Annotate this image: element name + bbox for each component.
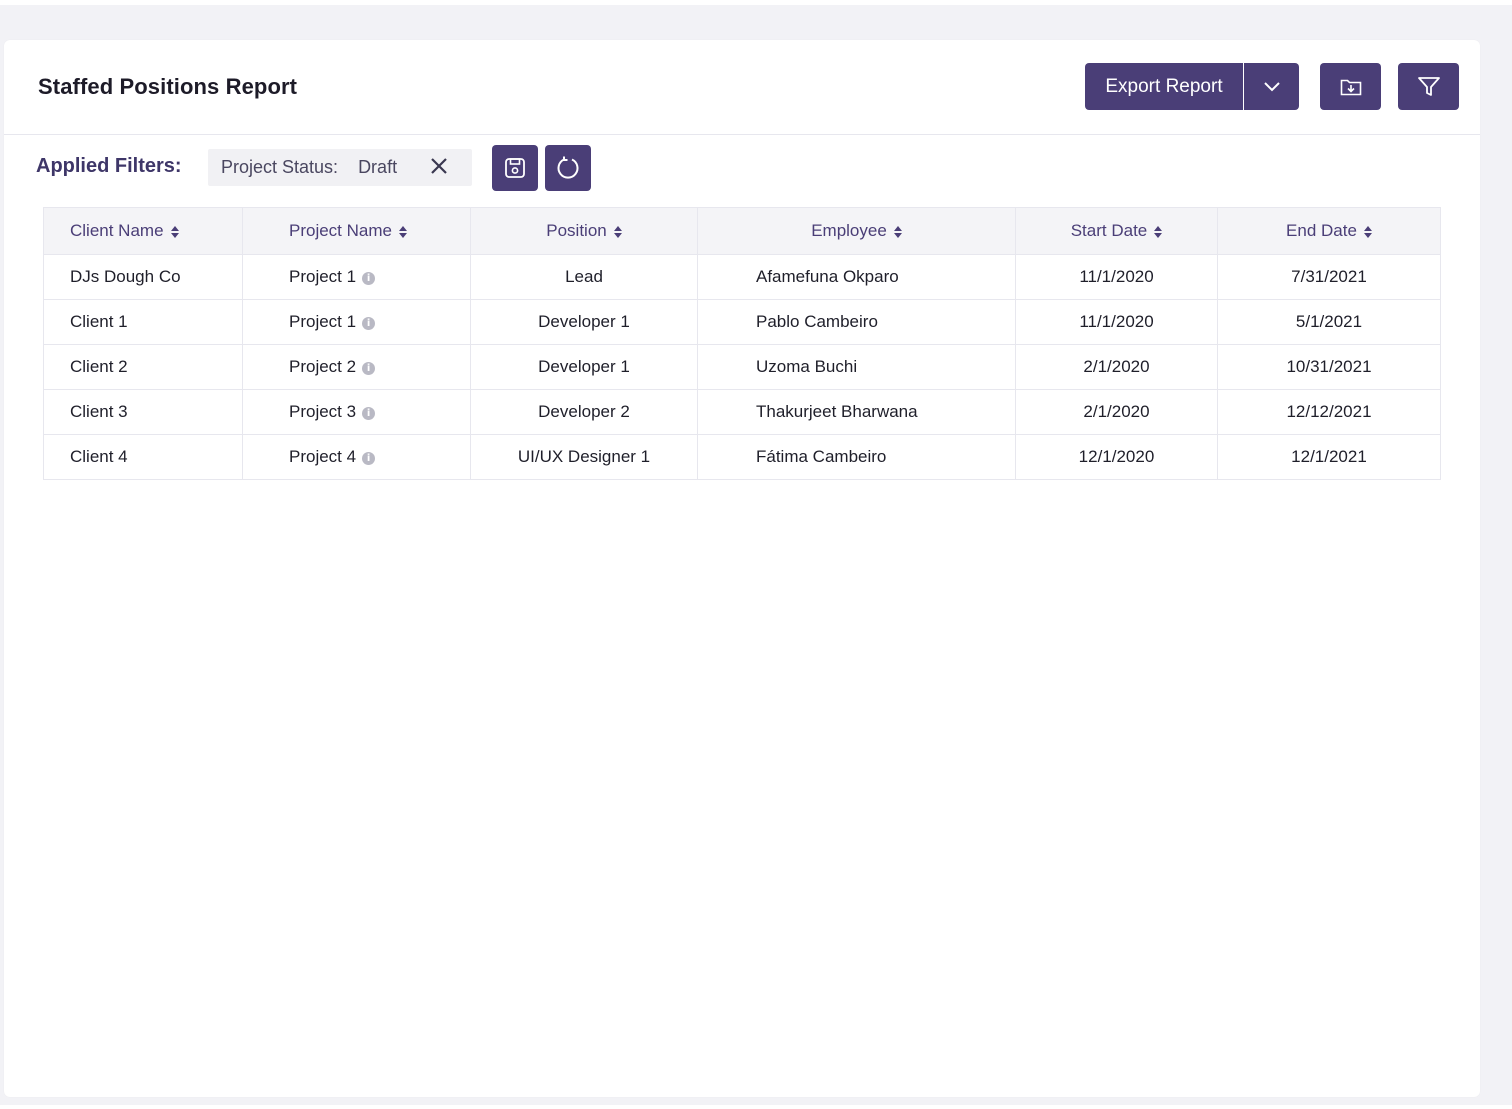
cell-start-date: 2/1/2020 [1015,344,1218,390]
sort-icon [613,225,622,238]
cell-position: Lead [470,254,698,300]
cell-employee: Thakurjeet Bharwana [697,389,1016,435]
project-name: Project 2 [289,357,357,376]
column-header-label: Project Name [289,221,392,240]
cell-client: Client 4 [43,434,243,480]
column-header-start-date[interactable]: Start Date [1015,207,1218,255]
cell-end-date: 5/1/2021 [1217,299,1441,345]
page-title: Staffed Positions Report [38,74,298,99]
sort-icon [893,225,902,238]
sort-icon [170,225,179,238]
filter-chip-value: Draft [358,157,398,177]
cell-position: Developer 1 [470,344,698,390]
table-row[interactable]: Client 4 Project 4 i UI/UX Designer 1 Fát… [43,434,1441,480]
staffed-positions-table: Client Name Project Name Position Employ… [43,207,1441,480]
column-header-label: Position [546,221,607,240]
project-name: Project 4 [289,447,357,466]
column-header-label: End Date [1286,221,1357,240]
column-header-label: Client Name [70,221,164,240]
project-name: Project 1 [289,312,357,331]
column-header-project-name[interactable]: Project Name [242,207,471,255]
close-icon[interactable] [428,155,450,177]
cell-employee: Pablo Cambeiro [697,299,1016,345]
cell-project: Project 4 i [242,434,471,480]
save-icon [505,158,525,178]
download-folder-button[interactable] [1320,63,1381,110]
table-header-row: Client Name Project Name Position Employ… [43,207,1441,255]
cell-position: Developer 1 [470,299,698,345]
info-icon[interactable]: i [362,452,376,465]
export-report-split-button: Export Report [1085,63,1299,110]
cell-end-date: 12/12/2021 [1217,389,1441,435]
cell-employee: Uzoma Buchi [697,344,1016,390]
cell-client: Client 1 [43,299,243,345]
report-card: Staffed Positions Report Export Report A… [4,40,1480,1097]
cell-client: DJs Dough Co [43,254,243,300]
cell-end-date: 10/31/2021 [1217,344,1441,390]
export-options-button[interactable] [1244,63,1299,110]
cell-position: Developer 2 [470,389,698,435]
info-icon[interactable]: i [362,272,376,285]
table-row[interactable]: DJs Dough Co Project 1 i Lead Afamefuna O… [43,254,1441,300]
chevron-down-icon [1263,81,1280,91]
cell-start-date: 11/1/2020 [1015,299,1218,345]
column-header-client-name[interactable]: Client Name [43,207,243,255]
cell-position: UI/UX Designer 1 [470,434,698,480]
info-icon[interactable]: i [362,407,376,420]
export-report-button[interactable]: Export Report [1085,63,1243,110]
cell-employee: Fátima Cambeiro [697,434,1016,480]
sort-icon [1363,225,1372,238]
info-icon[interactable]: i [362,362,376,375]
table-row[interactable]: Client 1 Project 1 i Developer 1 Pablo Ca… [43,299,1441,345]
column-header-label: Employee [811,221,887,240]
sort-icon [398,225,407,238]
cell-employee: Afamefuna Okparo [697,254,1016,300]
filter-chip-project-status: Project Status: Draft [208,149,472,186]
sort-icon [1154,225,1163,238]
cell-project: Project 3 i [242,389,471,435]
cell-end-date: 12/1/2021 [1217,434,1441,480]
report-header: Staffed Positions Report Export Report [4,40,1480,135]
reset-filters-button[interactable] [545,145,591,191]
table-row[interactable]: Client 3 Project 3 i Developer 2 Thakurje… [43,389,1441,435]
cell-start-date: 12/1/2020 [1015,434,1218,480]
project-name: Project 1 [289,267,357,286]
project-name: Project 3 [289,402,357,421]
column-header-employee[interactable]: Employee [697,207,1016,255]
cell-client: Client 2 [43,344,243,390]
cell-start-date: 2/1/2020 [1015,389,1218,435]
save-filters-button[interactable] [492,145,538,191]
filter-chip-key: Project Status: [221,157,339,177]
cell-project: Project 1 i [242,254,471,300]
cell-start-date: 11/1/2020 [1015,254,1218,300]
column-header-position[interactable]: Position [470,207,698,255]
column-header-label: Start Date [1070,221,1148,240]
table-row[interactable]: Client 2 Project 2 i Developer 1 Uzoma Bu… [43,344,1441,390]
cell-end-date: 7/31/2021 [1217,254,1441,300]
column-header-end-date[interactable]: End Date [1217,207,1441,255]
cell-project: Project 1 i [242,299,471,345]
filter-button[interactable] [1398,63,1459,110]
applied-filters-label: Applied Filters: [36,155,182,177]
cell-client: Client 3 [43,389,243,435]
refresh-icon [557,156,579,179]
folder-download-icon [1340,79,1361,95]
funnel-icon [1417,76,1440,96]
info-icon[interactable]: i [362,317,376,330]
cell-project: Project 2 i [242,344,471,390]
